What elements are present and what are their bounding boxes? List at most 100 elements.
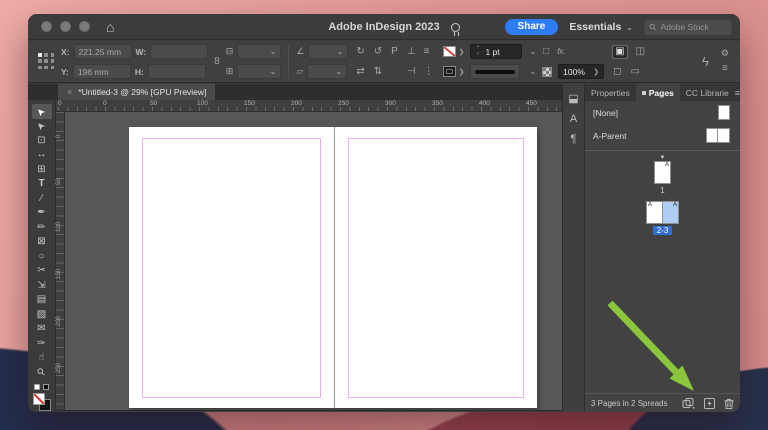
x-position-field[interactable]: 221.25 mm	[74, 44, 132, 59]
panel-divider	[585, 150, 740, 151]
cc-libraries-panel-icon[interactable]: ⬓	[568, 94, 578, 105]
rotate-cw-button[interactable]: ↻	[355, 47, 365, 57]
effects-button[interactable]: fx.	[556, 48, 566, 56]
frame-fitting-button[interactable]: ◻	[612, 67, 622, 77]
effects-chevron[interactable]: ⌄	[529, 67, 536, 76]
corner-options-button[interactable]: □	[542, 47, 550, 57]
hand-tool[interactable]: ☝	[32, 351, 52, 366]
shape-tool[interactable]: ○	[32, 249, 52, 264]
type-tool[interactable]: T	[32, 177, 52, 192]
home-icon[interactable]: ⌂	[106, 20, 114, 34]
parent-page-none-row[interactable]: [None]	[585, 101, 740, 124]
spread-2-3-label[interactable]: 2-3	[653, 226, 673, 235]
align-top-button[interactable]: ⊥	[406, 47, 417, 57]
width-field[interactable]	[150, 44, 208, 59]
page-3-thumbnail[interactable]: A	[662, 201, 679, 224]
flip-horizontal-button[interactable]: ⇄	[355, 67, 365, 77]
zoom-tool[interactable]: ⚲	[32, 365, 52, 380]
adobe-stock-search[interactable]: ⚲ Adobe Stock	[644, 19, 732, 36]
create-new-page-button[interactable]	[704, 398, 715, 409]
shear-angle-field[interactable]: ⌄	[307, 64, 347, 79]
fill-color-swatch[interactable]	[443, 46, 456, 57]
close-window-button[interactable]	[41, 21, 52, 32]
distribute-v-button[interactable]: ⋮	[423, 67, 435, 77]
gear-icon[interactable]: ⚙	[720, 49, 730, 58]
lightbulb-icon[interactable]	[451, 23, 460, 32]
page-tool[interactable]: ⊡	[32, 133, 52, 148]
a-parent-left-thumbnail[interactable]	[706, 128, 718, 143]
rotation-angle-field[interactable]: ⌄	[308, 44, 348, 59]
page-2-thumbnail[interactable]: A	[646, 201, 663, 224]
height-field[interactable]	[148, 64, 206, 79]
ruler-tick: 350	[432, 100, 443, 107]
stroke-color-swatch[interactable]	[443, 66, 456, 77]
gradient-feather-tool[interactable]: ▨	[32, 307, 52, 322]
select-container-icon[interactable]: P	[390, 47, 399, 57]
scissors-tool[interactable]: ✂	[32, 264, 52, 279]
direct-selection-tool[interactable]: ➤	[32, 119, 52, 134]
page-2[interactable]	[129, 127, 334, 408]
none-page-thumbnail[interactable]	[718, 105, 730, 120]
y-position-field[interactable]: 196 mm	[73, 64, 131, 79]
scale-x-field[interactable]: ⌄	[237, 44, 281, 59]
gap-tool[interactable]: ↔	[32, 148, 52, 163]
wrap-none-button[interactable]: ▣	[612, 45, 627, 59]
fill-menu-arrow[interactable]: ❯	[459, 48, 465, 56]
ruler-tick: 450	[526, 100, 537, 107]
opacity-field[interactable]: 100% ❯	[558, 64, 604, 79]
content-collector-tool[interactable]: ⊞	[32, 162, 52, 177]
zoom-window-button[interactable]	[79, 21, 90, 32]
tab-cc-libraries[interactable]: CC Librarie	[680, 84, 735, 101]
rectangle-frame-tool[interactable]: ⊠	[32, 235, 52, 250]
gpu-performance-icon[interactable]: ϟ	[701, 55, 710, 68]
hand-tool-icon: ☝	[38, 352, 44, 363]
vertical-ruler[interactable]: 0 50 100 150 200 250	[56, 112, 65, 410]
eyedropper-tool[interactable]: ✑	[32, 336, 52, 351]
horizontal-ruler[interactable]: 0 0 50 100 150 200 250 300 350 400 450	[56, 100, 562, 112]
document-tab[interactable]: × *Untitled-3 @ 29% [GPU Preview]	[58, 84, 215, 100]
fill-indicator-swatch[interactable]	[33, 393, 45, 405]
edit-page-size-icon[interactable]	[682, 398, 695, 409]
stroke-weight-field[interactable]: ⌃⌄ 1 pt	[470, 44, 522, 59]
workspace-switcher[interactable]: Essentials ⌄	[569, 21, 633, 33]
constrain-proportions-icon[interactable]: 8	[214, 57, 220, 67]
distribute-button[interactable]: ≡	[423, 47, 431, 57]
page-1-thumbnail[interactable]: A	[654, 161, 671, 184]
page-1-label[interactable]: 1	[660, 186, 664, 195]
selection-tool[interactable]: ➤	[32, 104, 52, 119]
line-tool[interactable]: ∕	[32, 191, 52, 206]
panel-menu-icon[interactable]: ≡	[735, 88, 740, 98]
stroke-type-chevron[interactable]: ⌄	[529, 47, 536, 56]
align-bottom-button[interactable]: ⊣	[406, 67, 417, 77]
free-transform-tool[interactable]: ⇲	[32, 278, 52, 293]
tab-dot-icon	[642, 91, 646, 95]
character-styles-panel-icon[interactable]: A	[570, 114, 577, 125]
scale-y-field[interactable]: ⌄	[237, 64, 281, 79]
free-transform-tool-icon: ⇲	[37, 280, 45, 291]
gradient-tool[interactable]: ▤	[32, 293, 52, 308]
tab-properties[interactable]: Properties	[585, 84, 636, 101]
document-canvas[interactable]: 0 50 100 150 200 250	[56, 112, 562, 410]
stroke-menu-arrow[interactable]: ❯	[459, 68, 465, 76]
tab-pages[interactable]: Pages	[636, 84, 680, 101]
fill-stroke-indicator[interactable]	[33, 393, 51, 411]
delete-page-button[interactable]	[724, 398, 734, 409]
wrap-bounding-box-button[interactable]: ◫	[635, 47, 646, 57]
pen-tool[interactable]: ✒	[32, 206, 52, 221]
note-tool[interactable]: ✉	[32, 322, 52, 337]
minimize-window-button[interactable]	[60, 21, 71, 32]
page-3[interactable]	[334, 127, 537, 408]
share-button[interactable]: Share	[505, 19, 559, 35]
reference-point-proxy[interactable]	[38, 53, 55, 70]
swap-fill-stroke[interactable]	[34, 384, 49, 390]
panel-menu-icon[interactable]: ≡	[721, 64, 729, 74]
auto-fit-button[interactable]: ▭	[629, 67, 640, 77]
pencil-tool[interactable]: ✏	[32, 220, 52, 235]
a-parent-right-thumbnail[interactable]	[718, 128, 730, 143]
parent-page-a-row[interactable]: A-Parent	[585, 124, 740, 147]
rotate-ccw-button[interactable]: ↺	[373, 47, 383, 57]
flip-vertical-button[interactable]: ⇅	[373, 67, 383, 77]
stroke-style-select[interactable]	[470, 64, 520, 79]
close-tab-icon[interactable]: ×	[67, 87, 72, 97]
paragraph-styles-panel-icon[interactable]: ¶	[571, 134, 577, 145]
